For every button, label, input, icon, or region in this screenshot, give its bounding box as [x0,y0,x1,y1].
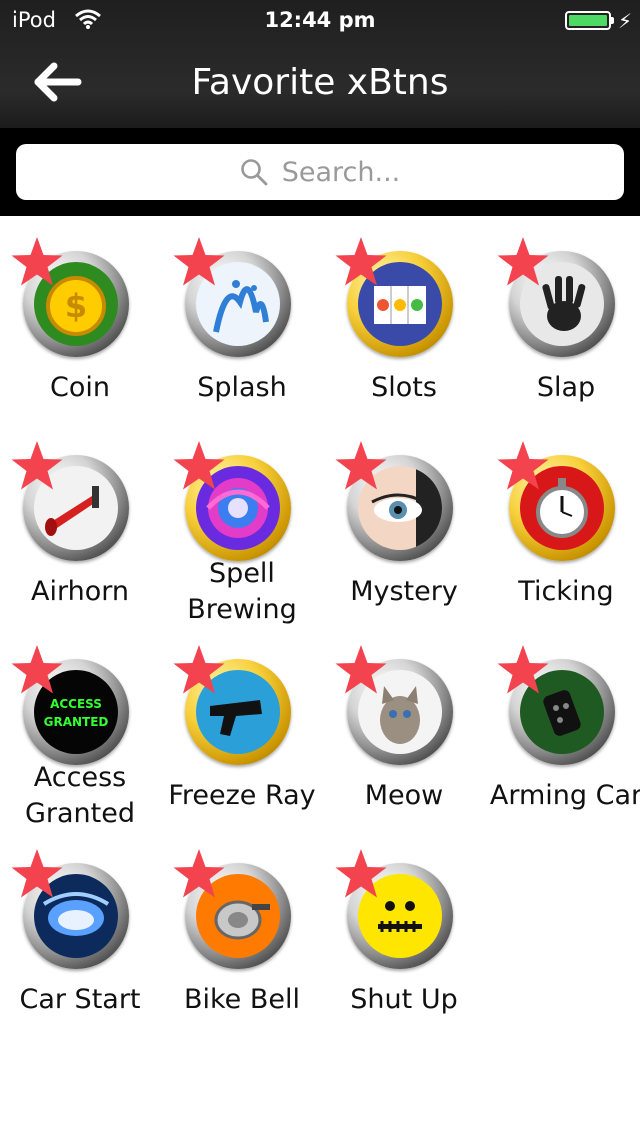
xbtn-tile[interactable]: Airhorn [0,420,160,624]
favorite-star-icon[interactable] [496,236,550,288]
status-bar: iPod 12:44 pm ⚡ [0,0,640,40]
svg-text:$: $ [65,287,87,325]
access-granted-text: GRANTED [44,715,109,729]
favorite-star-icon[interactable] [334,848,388,900]
xbtn-tile[interactable]: $ Coin [0,216,160,420]
xbtn-tile[interactable]: Ticking [486,420,640,624]
xbtn-label: Slap [536,372,596,403]
search-icon [240,159,268,186]
search-bar: Search... [0,128,640,216]
xbtn-label: Car Start [19,984,141,1015]
favorite-star-icon[interactable] [172,848,226,900]
xbtn-tile[interactable]: ACCESS GRANTED Access Granted [0,624,160,829]
favorite-star-icon[interactable] [10,848,64,900]
favorite-star-icon[interactable] [496,644,550,696]
favorite-star-icon[interactable] [172,440,226,492]
xbtn-tile[interactable]: Slap [486,216,640,420]
access-granted-text: ACCESS [50,697,102,711]
battery-tip [611,17,614,24]
xbtn-label: Slots [371,372,437,403]
top-bar: iPod 12:44 pm ⚡ Favorite xBtns [0,0,640,130]
favorite-star-icon[interactable] [334,644,388,696]
xbtn-tile[interactable]: Splash [162,216,322,420]
xbtn-tile[interactable]: Slots [324,216,484,420]
xbtn-tile[interactable]: Mystery [324,420,484,624]
xbtn-label: Access Granted [24,762,136,829]
charging-icon: ⚡ [618,9,633,33]
xbtn-tile[interactable]: Arming Car [486,624,640,828]
favorite-star-icon[interactable] [10,440,64,492]
favorite-star-icon[interactable] [172,236,226,288]
status-time: 12:44 pm [264,8,376,32]
xbtn-label: Ticking [518,576,614,607]
xbtn-label: Mystery [350,576,458,607]
xbtn-label: Coin [50,372,110,403]
xbtn-tile[interactable]: Freeze Ray [162,624,322,828]
navigation-bar: Favorite xBtns [0,40,640,128]
xbtn-label: Spell Brewing [187,558,297,625]
xbtn-label: Shut Up [350,984,458,1015]
battery-icon [565,11,611,30]
xbtn-tile[interactable]: Spell Brewing [162,420,322,625]
search-placeholder: Search... [281,156,401,188]
favorite-star-icon[interactable] [334,440,388,492]
xbtn-tile[interactable]: Bike Bell [162,828,322,1032]
favorites-grid: $ Coin Splash Slots Slap Airhorn Spell Brewing… [0,216,640,1136]
xbtn-label: Splash [197,372,287,403]
favorite-star-icon[interactable] [334,236,388,288]
xbtn-tile[interactable]: Car Start [0,828,160,1032]
favorite-star-icon[interactable] [496,440,550,492]
favorite-star-icon[interactable] [172,644,226,696]
xbtn-tile[interactable]: Shut Up [324,828,484,1032]
xbtn-label: Bike Bell [183,984,301,1015]
xbtn-label: Arming Car [489,780,640,811]
xbtn-label: Airhorn [31,576,129,607]
favorite-star-icon[interactable] [10,644,64,696]
xbtn-tile[interactable]: Meow [324,624,484,828]
xbtn-label: Freeze Ray [168,780,316,811]
page-title: Favorite xBtns [191,62,449,103]
search-input[interactable]: Search... [16,144,624,200]
xbtn-label: Meow [364,780,444,811]
favorite-star-icon[interactable] [10,236,64,288]
